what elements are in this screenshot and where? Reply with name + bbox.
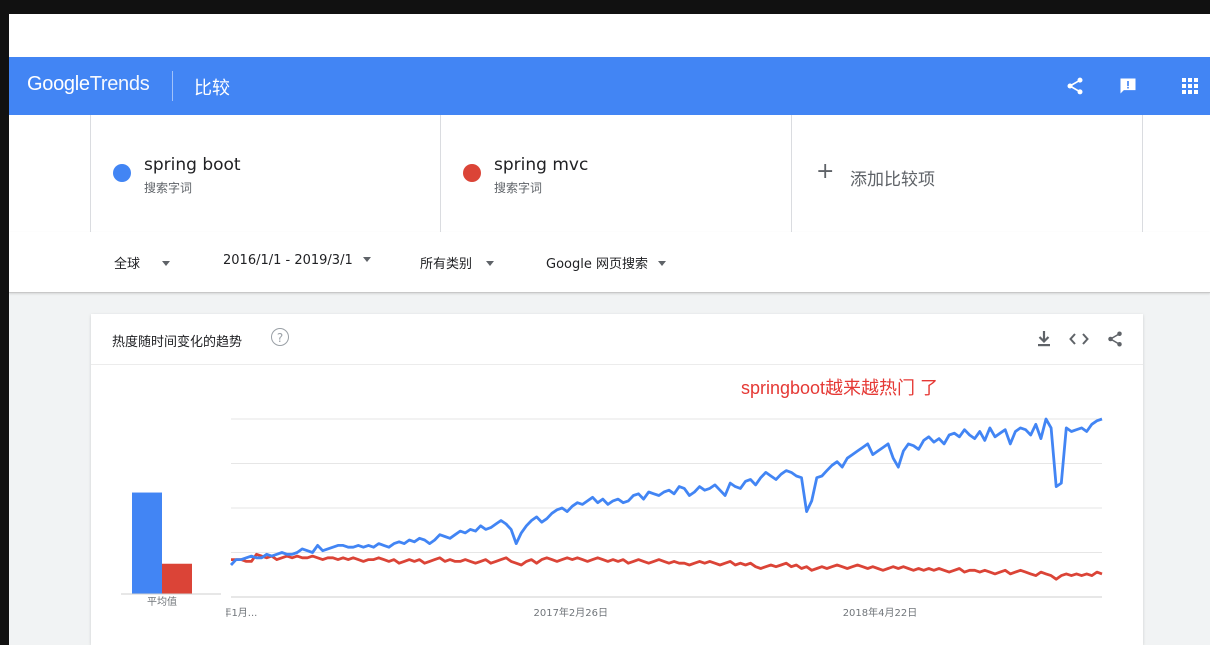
average-bar-chart: 平均值 [121,492,221,608]
dropdown-arrow-icon [486,261,495,266]
add-compare-label: 添加比较项 [850,170,935,190]
term-type: 搜索字词 [144,181,193,195]
category-label: 所有类别 [420,257,473,272]
top-blank [9,14,1210,57]
region-label: 全球 [114,257,141,272]
google-trends-logo[interactable]: GoogleTrends [27,73,150,96]
series-line-spring-boot [229,417,1103,566]
term-color-dot [463,164,481,182]
term-spring-mvc[interactable]: spring mvc 搜索字词 [441,115,792,232]
apps-icon[interactable] [1179,75,1201,97]
page: GoogleTrends 比较 spring boot 搜索字词 spring … [9,14,1210,645]
share-icon[interactable] [1104,328,1126,350]
annotation-text: springboot越来越热门 了 [741,378,939,398]
term-type: 搜索字词 [494,181,543,195]
dropdown-arrow-icon [362,257,371,262]
date-range-label: 2016/1/1 - 2019/3/1 [223,253,353,268]
term-name: spring boot [144,155,241,175]
card-title: 热度随时间变化的趋势 [112,335,243,350]
average-bar-spring-mvc [162,563,192,594]
add-compare-button[interactable]: + 添加比较项 [792,115,1143,232]
download-icon[interactable] [1033,328,1055,350]
trend-line-chart: 2550751002016年1月...2017年2月26日2018年4月22日 [226,417,1103,619]
series-line-spring-mvc [231,552,1103,581]
help-icon[interactable]: ? [271,328,289,346]
interest-over-time-card: 热度随时间变化的趋势 ? springboot越来越热门 了 平均值 25507… [91,314,1143,645]
feedback-icon[interactable] [1117,75,1139,97]
x-tick-label: 2017年2月26日 [533,606,608,619]
compare-terms-row: spring boot 搜索字词 spring mvc 搜索字词 + 添加比较项 [9,115,1210,233]
term-name: spring mvc [494,155,589,175]
x-tick-label: 2016年1月... [226,606,257,619]
dropdown-arrow-icon [162,261,171,266]
card-header: 热度随时间变化的趋势 ? [91,314,1143,365]
appbar-divider [172,71,173,101]
average-bar-spring-boot [132,492,162,594]
search-type-filter[interactable]: Google 网页搜索 [546,253,666,272]
logo-trends-text: Trends [89,73,150,95]
share-icon[interactable] [1064,75,1086,97]
date-range-filter[interactable]: 2016/1/1 - 2019/3/1 [223,253,371,268]
search-type-label: Google 网页搜索 [546,257,648,272]
x-tick-label: 2018年4月22日 [843,606,918,619]
page-title: 比较 [194,78,230,99]
dropdown-arrow-icon [657,261,666,266]
app-bar: GoogleTrends 比较 [9,57,1210,115]
term-spring-boot[interactable]: spring boot 搜索字词 [90,115,441,232]
embed-code-icon[interactable] [1068,328,1090,350]
plus-icon: + [816,159,835,184]
region-filter[interactable]: 全球 [114,253,171,272]
logo-google-text: Google [27,73,90,95]
average-label: 平均值 [147,595,177,608]
category-filter[interactable]: 所有类别 [420,253,495,272]
term-color-dot [113,164,131,182]
filters-bar: 全球 2016/1/1 - 2019/3/1 所有类别 Google 网页搜索 [9,232,1210,293]
